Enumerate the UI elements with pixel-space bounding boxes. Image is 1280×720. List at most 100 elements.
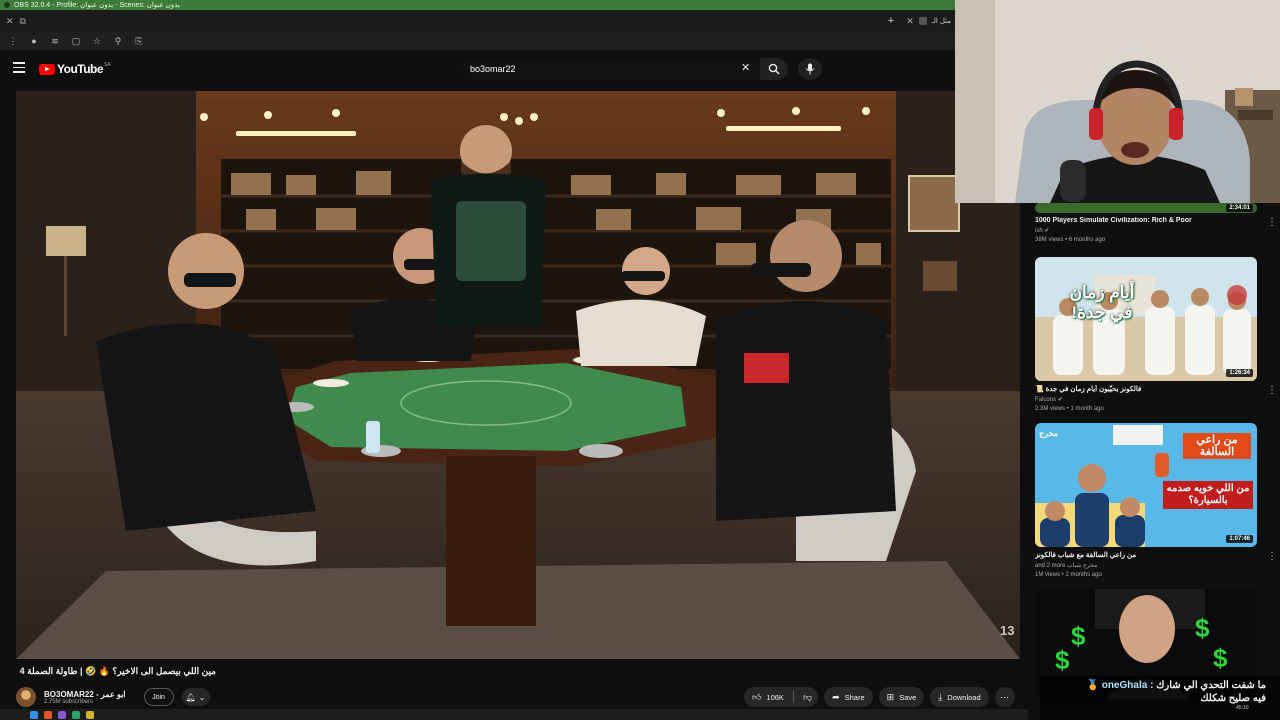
close-tab-icon[interactable]: ✕ <box>906 16 914 27</box>
search-button[interactable] <box>760 58 788 80</box>
browser-toolbar: ⋮ ● ≋ ▢ ☆ ⚲ ⎘ <box>0 32 955 50</box>
recommended-channel[interactable]: and 2 more مخرج شباب <box>1035 562 1257 569</box>
youtube-logo[interactable]: YouTube SA <box>39 62 111 76</box>
country-code: SA <box>104 62 111 68</box>
channel-name: ish <box>1035 228 1043 234</box>
more-options-icon[interactable]: ⋮ <box>1267 551 1277 562</box>
more-icon: ⋯ <box>1000 691 1010 702</box>
clear-search-icon[interactable]: ✕ <box>741 61 750 74</box>
channel-name: Falcons <box>1035 397 1057 403</box>
video-duration: 2:34:01 <box>1226 204 1253 212</box>
recommended-title[interactable]: من راعي السالفة مع شباب فالكونز <box>1035 551 1257 559</box>
video-duration: 1:26:34 <box>1226 369 1253 377</box>
screen: OBS 32.0.4 - Profile: بدون عنوان - Scene… <box>0 0 1280 720</box>
browser-tab[interactable]: ✕ مثل الـ <box>900 16 951 27</box>
channel-avatar[interactable] <box>16 687 36 707</box>
video-player[interactable]: 13 <box>16 91 1020 659</box>
voice-search-button[interactable] <box>798 58 822 80</box>
restore-icon[interactable]: ⧉ <box>20 16 26 27</box>
share-label: Share <box>844 692 865 702</box>
recommended-channel[interactable]: ish ✔ <box>1035 227 1257 234</box>
extension-icon[interactable]: ⚲ <box>113 36 123 47</box>
join-button[interactable]: Join <box>143 688 174 706</box>
save-label: Save <box>899 692 917 702</box>
verified-icon: ✔ <box>1044 228 1050 234</box>
channel-row: BO3OMAR22 - ابو عمر 2.75M subscribers Jo… <box>16 686 210 708</box>
video-duration: 1:07:46 <box>1226 535 1253 543</box>
taskbar <box>0 709 1040 720</box>
youtube-wordmark: YouTube <box>57 62 104 76</box>
menu-dots-icon[interactable]: ⋮ <box>8 36 18 47</box>
save-button[interactable]: ⊞ Save <box>878 687 925 707</box>
video-frame <box>16 91 1020 659</box>
more-actions-button[interactable]: ⋯ <box>994 687 1015 707</box>
taskbar-app-icon[interactable] <box>30 710 38 719</box>
subscriber-count: 2.75M subscribers <box>44 698 94 705</box>
thumbnail-caption: من راعي السالفة <box>1183 433 1251 460</box>
verified-icon: ✔ <box>1057 397 1063 403</box>
taskbar-app-icon[interactable] <box>44 710 52 719</box>
svg-text:$: $ <box>1195 613 1210 643</box>
microphone-icon <box>805 63 815 75</box>
video-thumbnail[interactable]: من راعي السالفة من اللي خويه صدمه بالسيا… <box>1035 423 1257 547</box>
thumbnail-caption: أيام زمان في جدة! <box>1069 283 1135 323</box>
stream-chat-overlay: ما شفت التحدي الي شارك : oneGhala 🏅 فيه … <box>1040 676 1280 720</box>
search-input[interactable]: bo3omar22 <box>462 58 760 80</box>
recommendations-sidebar: 2:34:01 1000 Players Simulate Civilizati… <box>1028 203 1280 720</box>
recommended-video[interactable]: 2:34:01 1000 Players Simulate Civilizati… <box>1035 203 1277 243</box>
webcam-overlay <box>955 0 1280 203</box>
taskbar-app-icon[interactable] <box>58 710 66 719</box>
chat-username: oneGhala <box>1101 680 1148 691</box>
download-button[interactable]: ⤓ Download <box>930 687 989 707</box>
browser-tabstrip: ✕ ⧉ + ✕ مثل الـ <box>0 10 955 32</box>
video-thumbnail[interactable]: 2:34:01 <box>1035 203 1257 213</box>
more-options-icon[interactable]: ⋮ <box>1267 385 1277 396</box>
taskbar-app-icon[interactable] <box>86 710 94 719</box>
new-tab-button[interactable]: + <box>888 15 894 27</box>
chevron-down-icon: ⌄ <box>198 692 206 702</box>
svg-text:$: $ <box>1055 645 1070 675</box>
recommended-title[interactable]: فالكونز يحيّيون أيام زمان في جدة 📜 <box>1035 385 1257 393</box>
share-button[interactable]: ➦ Share <box>824 687 873 707</box>
translate-icon[interactable]: ≋ <box>50 36 60 47</box>
star-icon[interactable]: ☆ <box>92 36 102 47</box>
share-icon: ➦ <box>832 691 840 702</box>
profile-icon[interactable]: ● <box>29 36 39 46</box>
recommended-video[interactable]: من راعي السالفة من اللي خويه صدمه بالسيا… <box>1035 423 1277 578</box>
tab-title: مثل الـ <box>931 18 951 25</box>
thumbnail-badge: مخرج <box>1039 429 1059 438</box>
search-value: bo3omar22 <box>470 64 516 74</box>
svg-text:$: $ <box>1071 621 1086 651</box>
download-icon: ⤓ <box>938 691 943 702</box>
video-actions: 👍︎ 106K 👎︎ ➦ Share ⊞ Save ⤓ Download ⋯ <box>744 687 1015 707</box>
thumbnail-subcaption: من اللي خويه صدمه بالسيارة؟ <box>1163 481 1253 509</box>
channel-name[interactable]: BO3OMAR22 - ابو عمر <box>44 690 126 699</box>
recommended-title[interactable]: 1000 Players Simulate Civilization: Rich… <box>1035 217 1257 224</box>
sidebar-icon[interactable]: ⎘ <box>134 36 144 47</box>
search-icon <box>768 63 780 75</box>
video-thumbnail[interactable]: أيام زمان في جدة! 1:26:34 <box>1035 257 1257 381</box>
youtube-header: YouTube SA bo3omar22 ✕ <box>0 50 955 88</box>
menu-icon[interactable] <box>13 62 25 76</box>
obs-title: OBS 32.0.4 - Profile: بدون عنوان - Scene… <box>14 2 180 9</box>
video-watermark: 13 <box>1000 623 1015 638</box>
svg-text:$: $ <box>1213 643 1228 673</box>
like-icon[interactable]: 👍︎ <box>752 692 761 703</box>
channel-info: BO3OMAR22 - ابو عمر 2.75M subscribers <box>44 690 126 705</box>
recommended-meta: 38M views • 6 months ago <box>1035 237 1106 243</box>
like-divider <box>792 691 794 703</box>
like-count[interactable]: 106K <box>766 693 784 702</box>
recommended-video[interactable]: أيام زمان في جدة! 1:26:34 فالكونز يحيّيو… <box>1035 257 1277 412</box>
recommended-meta: 1M views • 2 months ago <box>1035 572 1102 578</box>
youtube-play-icon <box>39 63 55 75</box>
chat-timestamp: 45:10 <box>1236 705 1249 711</box>
reader-icon[interactable]: ▢ <box>71 36 81 47</box>
taskbar-app-icon[interactable] <box>72 710 80 719</box>
chat-separator: : <box>1147 680 1154 691</box>
chat-message-line2: فيه صليح شكلك <box>1200 693 1266 704</box>
subscribed-bell-button[interactable]: 🔔︎ ⌄ <box>181 688 210 706</box>
more-options-icon[interactable]: ⋮ <box>1267 217 1277 228</box>
dislike-icon[interactable]: 👎︎ <box>803 692 812 703</box>
close-window-icon[interactable]: ✕ <box>6 16 14 27</box>
recommended-channel[interactable]: Falcons ✔ <box>1035 396 1257 403</box>
